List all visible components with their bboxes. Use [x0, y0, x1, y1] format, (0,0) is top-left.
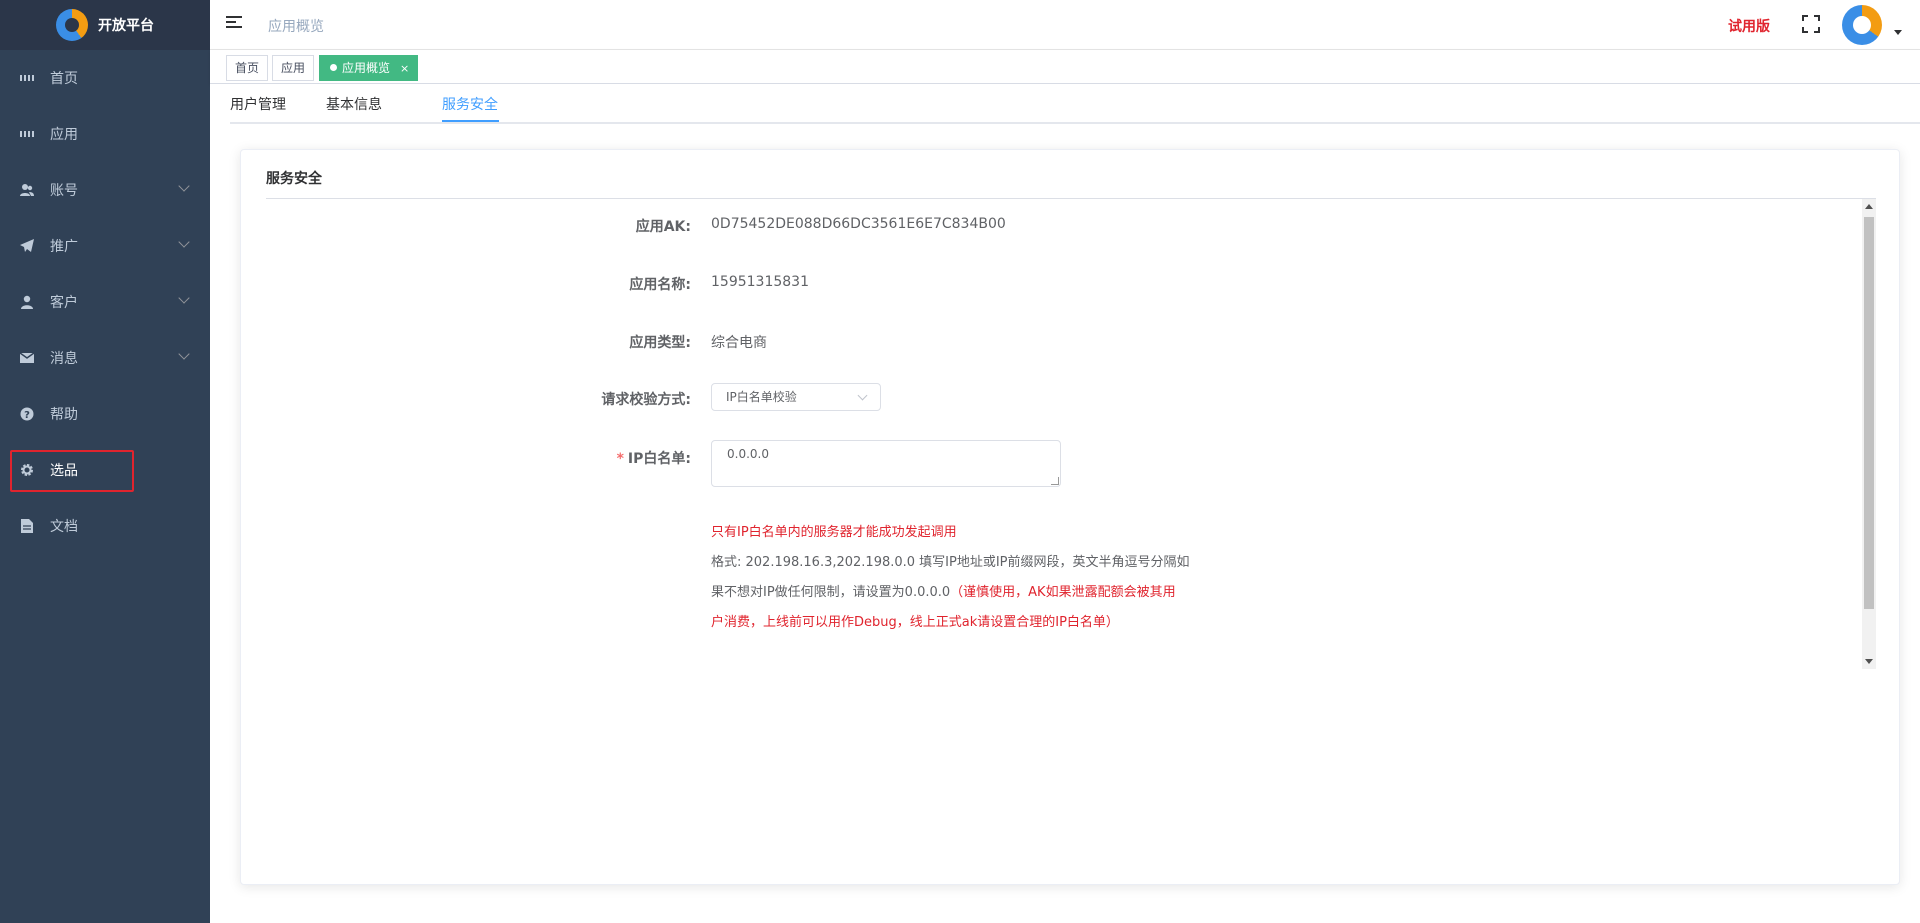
navbar: 应用概览 试用版 [210, 0, 1920, 50]
tab-user-management[interactable]: 用户管理 [230, 94, 286, 114]
paper-plane-icon [20, 239, 34, 253]
caret-down-icon[interactable] [1894, 30, 1902, 35]
select-value: IP白名单校验 [726, 390, 797, 404]
tags-view: 首页 应用 应用概览 × [210, 50, 1920, 84]
name-value: 15951315831 [711, 274, 809, 290]
sidebar-item-label: 客户 [50, 295, 78, 311]
sidebar-item-help[interactable]: ? 帮助 [0, 386, 210, 442]
sidebar-item-label: 文档 [50, 519, 78, 535]
scroll-up-icon[interactable] [1865, 204, 1873, 209]
question-icon: ? [20, 407, 34, 421]
sidebar-menu: 首页 应用 账号 推广 客户 消息 ? 帮助 选品 文档 [0, 50, 210, 554]
sidebar-item-label: 应用 [50, 127, 78, 143]
tag-app-overview[interactable]: 应用概览 × [319, 55, 419, 81]
chevron-down-icon [178, 348, 190, 360]
chevron-down-icon [857, 390, 868, 401]
sidebar-item-home[interactable]: 首页 [0, 50, 210, 106]
gear-icon [20, 463, 34, 477]
sidebar-item-label: 首页 [50, 71, 78, 87]
envelope-icon [20, 351, 34, 365]
sidebar-item-promotion[interactable]: 推广 [0, 218, 210, 274]
hamburger-menu-icon[interactable] [226, 16, 242, 30]
active-tab-indicator [442, 120, 499, 122]
logo-icon [56, 9, 88, 41]
type-value: 综合电商 [711, 335, 767, 351]
sidebar: 开放平台 首页 应用 账号 推广 客户 消息 ? 帮助 选品 文档 [0, 0, 210, 923]
main-content: 用户管理 基本信息 服务安全 服务安全 应用AK: 0D75452DE088D6… [210, 84, 1920, 923]
service-security-card: 服务安全 应用AK: 0D75452DE088D66DC3561E6E7C834… [240, 149, 1900, 885]
hint-line-3-normal: 果不想对IP做任何限制，请设置为0.0.0.0 [711, 585, 951, 600]
scrollbar[interactable] [1862, 199, 1876, 669]
security-form: 应用AK: 0D75452DE088D66DC3561E6E7C834B00 应… [266, 199, 1876, 669]
sidebar-item-accounts[interactable]: 账号 [0, 162, 210, 218]
chevron-down-icon [178, 292, 190, 304]
trial-badge: 试用版 [1728, 19, 1770, 35]
tag-home[interactable]: 首页 [226, 55, 269, 81]
chevron-down-icon [178, 236, 190, 248]
sidebar-item-label: 选品 [50, 463, 78, 479]
verify-method-select[interactable]: IP白名单校验 [711, 383, 881, 411]
name-label: 应用名称: [629, 277, 691, 293]
logo[interactable]: 开放平台 [0, 0, 210, 50]
hint-line-3-warning: （谨慎使用，AK如果泄露配额会被其用 [950, 585, 1176, 600]
users-icon [20, 183, 34, 197]
tag-label: 应用概览 [342, 61, 391, 75]
breadcrumb: 应用概览 [268, 19, 324, 35]
scroll-down-icon[interactable] [1865, 659, 1873, 664]
document-icon [20, 519, 34, 533]
ip-whitelist-textarea[interactable]: 0.0.0.0 [711, 440, 1061, 487]
scrollbar-thumb[interactable] [1864, 217, 1874, 609]
active-dot-icon [330, 64, 337, 71]
type-label: 应用类型: [629, 335, 691, 351]
tab-service-security[interactable]: 服务安全 [442, 94, 498, 114]
tab-bar: 用户管理 基本信息 服务安全 [230, 84, 1920, 124]
tab-basic-info[interactable]: 基本信息 [326, 94, 382, 114]
sidebar-item-apps[interactable]: 应用 [0, 106, 210, 162]
sidebar-item-label: 帮助 [50, 407, 78, 423]
tag-apps[interactable]: 应用 [272, 55, 315, 81]
dashboard-icon [20, 71, 34, 85]
sidebar-item-label: 推广 [50, 239, 78, 255]
ak-value: 0D75452DE088D66DC3561E6E7C834B00 [711, 216, 1006, 232]
hint-line-4: 户消费，上线前可以用作Debug，线上正式ak请设置合理的IP白名单） [711, 615, 1119, 630]
verify-label: 请求校验方式: [601, 392, 691, 408]
sidebar-item-messages[interactable]: 消息 [0, 330, 210, 386]
textarea-value: 0.0.0.0 [727, 447, 769, 461]
close-icon[interactable]: × [400, 62, 409, 75]
hint-line-2: 格式: 202.198.16.3,202.198.0.0 填写IP地址或IP前缀… [711, 555, 1190, 570]
whitelist-label-text: IP白名单: [627, 451, 691, 467]
card-title: 服务安全 [266, 171, 322, 187]
sidebar-item-product-selection[interactable]: 选品 [0, 442, 210, 498]
sidebar-item-docs[interactable]: 文档 [0, 498, 210, 554]
required-asterisk: * [616, 451, 624, 467]
sidebar-item-label: 账号 [50, 183, 78, 199]
user-icon [20, 295, 34, 309]
avatar[interactable] [1842, 5, 1882, 45]
hint-line-1: 只有IP白名单内的服务器才能成功发起调用 [711, 525, 957, 540]
svg-text:?: ? [24, 410, 30, 421]
app-grid-icon [20, 127, 34, 141]
fullscreen-icon[interactable] [1802, 15, 1820, 33]
sidebar-item-label: 消息 [50, 351, 78, 367]
sidebar-item-customers[interactable]: 客户 [0, 274, 210, 330]
hint-line-3: 果不想对IP做任何限制，请设置为0.0.0.0（谨慎使用，AK如果泄露配额会被其… [711, 581, 1176, 600]
ak-label: 应用AK: [635, 219, 691, 235]
chevron-down-icon [178, 180, 190, 192]
app-title: 开放平台 [98, 18, 154, 34]
whitelist-label: * IP白名单: [266, 448, 691, 468]
resize-handle-icon[interactable] [1051, 477, 1059, 485]
